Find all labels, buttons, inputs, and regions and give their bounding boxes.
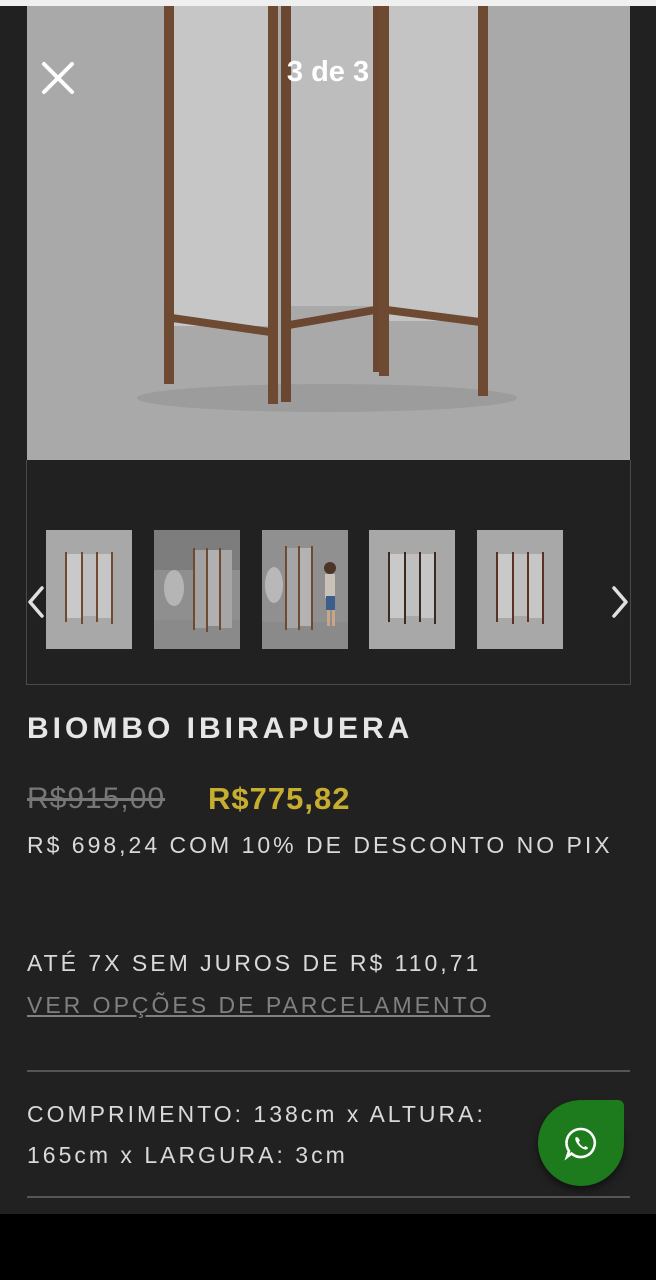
divider — [27, 1070, 630, 1072]
thumbnail-2[interactable] — [154, 530, 240, 649]
bottom-bar — [0, 1214, 656, 1280]
close-button[interactable] — [38, 58, 78, 98]
thumbnail-1[interactable] — [46, 530, 132, 649]
close-icon — [42, 62, 74, 94]
whatsapp-icon — [564, 1127, 597, 1161]
sale-price: R$775,82 — [208, 781, 351, 816]
thumbnail-3[interactable] — [262, 530, 348, 649]
product-modal: 3 de 3 BIOMBO IBIRAPUERA R$915,00 R$775,… — [0, 6, 656, 1214]
next-thumbnail-button[interactable] — [606, 584, 632, 620]
product-title: BIOMBO IBIRAPUERA — [27, 712, 414, 745]
thumbnail-4[interactable] — [369, 530, 455, 649]
installments-text: ATÉ 7X SEM JUROS DE R$ 110,71 — [27, 950, 482, 976]
thumbnail-5[interactable] — [477, 530, 563, 649]
whatsapp-button[interactable] — [538, 1100, 624, 1186]
image-counter: 3 de 3 — [286, 56, 370, 88]
pix-discount-text: R$ 698,24 COM 10% DE DESCONTO NO PIX — [27, 832, 613, 858]
divider — [27, 1196, 630, 1198]
chevron-right-icon — [612, 586, 628, 618]
original-price: R$915,00 — [27, 782, 166, 815]
product-dimensions: COMPRIMENTO: 138cm x ALTURA: 165cm x LAR… — [27, 1101, 486, 1168]
installment-options-link[interactable]: VER OPÇÕES DE PARCELAMENTO — [27, 992, 490, 1019]
